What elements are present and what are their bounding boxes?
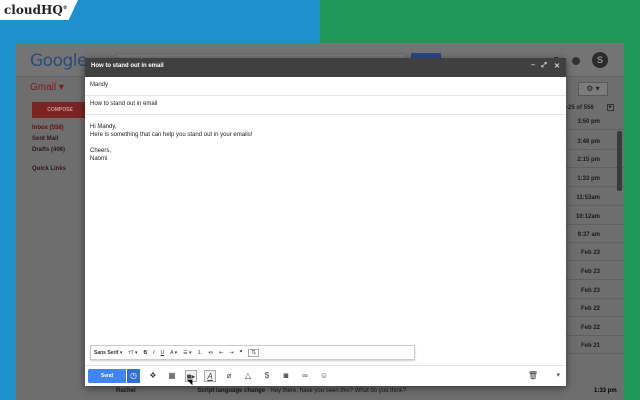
message-time: Feb 21 [580,343,600,349]
pager-next-icon[interactable]: ▸ [607,104,614,111]
message-time: 3:46 pm [577,139,600,145]
row-subject: Script language change [197,388,266,394]
row-snippet: - Hey there, have you seen this? What do… [265,388,407,394]
pager-text: -25 of 558 [566,105,594,111]
nav-drafts[interactable]: Drafts (406) [32,147,65,153]
message-time: 1:33 pm [577,176,600,182]
gmail-label[interactable]: Gmail ▾ [30,82,64,93]
body-line: Hi Mandy, [90,124,117,130]
compose-bottom-bar: Send ◷ ❖ ▦ ■▸ A ⌀ △ $ ◙ ∞ ☺ 🗑 ▾ [85,365,566,386]
settings-gear-icon[interactable]: ⚙ ▾ [578,82,608,96]
body-line: Here is something that can help you stan… [90,132,253,138]
schedule-send-icon[interactable]: ◷ [126,369,140,383]
numbered-list-icon[interactable]: ⒈ [198,349,203,356]
message-time: 9:37 am [577,232,600,238]
emoji-icon[interactable]: ☺ [318,370,330,382]
message-time: 10:12am [575,214,600,220]
message-time: 3:50 pm [577,119,600,125]
remove-formatting-icon[interactable]: T̸ₓ [248,348,260,357]
calendar-icon[interactable]: ▦ [166,370,178,382]
link-icon[interactable]: ∞ [299,370,311,382]
compose-title: How to stand out in email [91,63,164,69]
message-body[interactable]: Hi Mandy, Here is something that can hel… [85,115,566,335]
row-divider [564,129,624,130]
nav-inbox[interactable]: Inbox (558) [32,125,64,131]
message-time: Feb 23 [580,269,600,275]
row-divider [564,353,624,354]
drive-icon[interactable]: △ [242,370,254,382]
italic-icon[interactable]: I [153,350,154,356]
underline-icon[interactable]: U [161,350,165,356]
message-time: Feb 22 [580,306,600,312]
font-select-value: Sans Serif [94,349,119,356]
message-row-rachel[interactable]: Rachel Script language change - Hey ther… [116,388,406,394]
dropbox-icon[interactable]: ❖ [147,370,159,382]
font-select[interactable]: Sans Serif ▾ [94,350,122,356]
notifications-icon[interactable] [572,57,580,65]
row-divider [564,205,624,206]
row-sender: Rachel [116,388,136,394]
nav-quick-links[interactable]: Quick Links [32,166,66,172]
body-line-blank [90,139,561,147]
indent-less-icon[interactable]: ⇤ [219,350,223,356]
row-divider [564,186,624,187]
message-time: Feb 23 [580,250,600,256]
row-divider [564,260,624,261]
body-line: Naomi [90,156,108,162]
attach-icon[interactable]: ⌀ [223,370,235,382]
avatar[interactable]: S [592,52,608,68]
minimize-icon[interactable]: – [531,62,535,69]
bulleted-list-icon[interactable]: •≡ [209,350,214,356]
subject-field[interactable]: How to stand out in email [85,96,566,115]
message-time: Feb 23 [580,288,600,294]
google-logo: Google [30,51,87,71]
compose-header[interactable]: How to stand out in email – ⤢ ✕ [85,58,566,77]
align-icon[interactable]: ☰ ▾ [183,350,191,356]
row-divider [564,242,624,243]
trash-icon[interactable]: 🗑 [528,371,538,380]
formatting-toolbar: Sans Serif ▾ ᴛT ▾ B I U A ▾ ☰ ▾ ⒈ •≡ ⇤ ⇥… [90,345,415,360]
cloudhq-logo: cloudHQ® [0,0,78,20]
send-button[interactable]: Send [88,369,126,383]
text-color-icon[interactable]: A ▾ [170,350,177,356]
brand-name: cloudHQ [4,3,63,17]
money-icon[interactable]: $ [261,370,273,382]
row-divider [564,298,624,299]
compose-button[interactable]: COMPOSE [32,102,88,118]
row-divider [564,224,624,225]
quote-icon[interactable]: ❞ [240,350,243,356]
font-size-icon[interactable]: ᴛT ▾ [128,350,137,356]
popout-icon[interactable]: ⤢ [541,62,547,70]
row-divider [564,279,624,280]
row-divider [564,149,624,150]
formatting-options-icon[interactable]: A [204,370,216,382]
more-options-icon[interactable]: ▾ [556,371,560,379]
gmail-label-text: Gmail [30,82,57,93]
message-time: 2:15 pm [577,157,600,163]
indent-more-icon[interactable]: ⇥ [229,350,233,356]
scrollbar[interactable] [617,131,622,191]
bold-icon[interactable]: B [144,350,148,356]
close-icon[interactable]: ✕ [554,62,560,70]
body-line: Cheers, [90,148,112,154]
message-time: Feb 22 [580,325,600,331]
row-divider [564,167,624,168]
row-time: 1:33 pm [594,388,617,394]
compose-dialog: How to stand out in email – ⤢ ✕ Mandy Ho… [85,58,566,386]
nav-sent[interactable]: Sent Mail [32,136,58,142]
row-divider [564,335,624,336]
row-divider [564,316,624,317]
message-time: 11:53am [576,195,600,201]
photo-icon[interactable]: ◙ [280,370,292,382]
brand-mark: ® [62,5,68,11]
to-field[interactable]: Mandy [85,77,566,96]
